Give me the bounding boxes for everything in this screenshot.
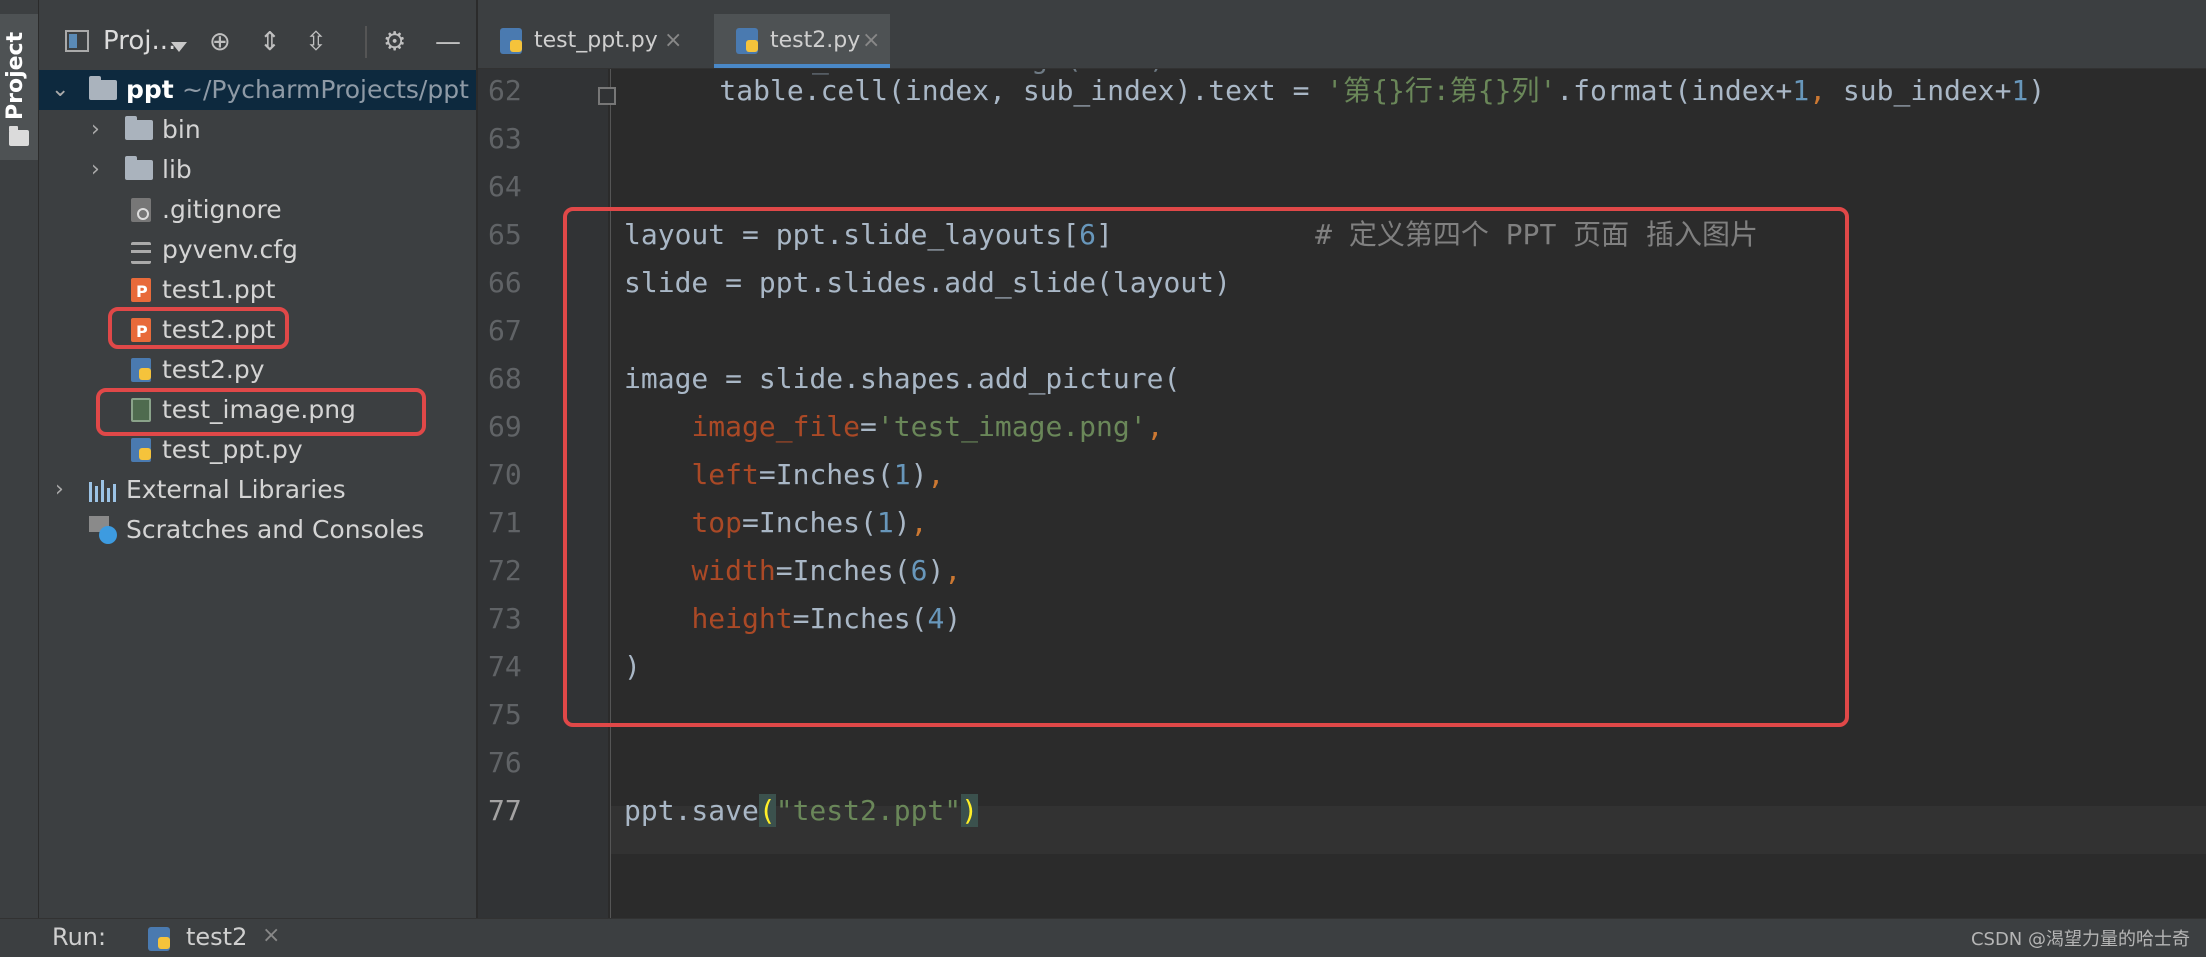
tree-item-external-libraries[interactable]: › External Libraries <box>39 470 476 510</box>
line-number: 76 <box>488 746 522 779</box>
project-path: ~/PycharmProjects/ppt <box>182 75 469 104</box>
ignore-file-icon <box>131 198 151 222</box>
folder-icon <box>125 156 153 180</box>
tree-item-bin[interactable]: › bin <box>39 110 476 150</box>
tree-item-label: bin <box>162 115 201 144</box>
tree-item-test1-ppt[interactable]: test1.ppt <box>39 270 476 312</box>
tree-item-ppt[interactable]: ⌄ ppt ~/PycharmProjects/ppt <box>39 70 476 110</box>
line-number: 64 <box>488 170 522 203</box>
close-icon[interactable]: × <box>664 14 682 68</box>
tree-item-test2-py[interactable]: test2.py <box>39 350 476 390</box>
hide-panel-icon[interactable]: — <box>435 28 461 56</box>
fold-marker-icon[interactable] <box>598 87 616 105</box>
tree-item-label: Scratches and Consoles <box>126 515 425 544</box>
project-panel: Proj... ⊕ ⇕ ⇳ ⚙ — ⌄ ppt ~/PycharmProject… <box>39 0 476 918</box>
line-number: 63 <box>488 122 522 155</box>
project-view-icon <box>65 30 89 52</box>
close-icon[interactable]: × <box>862 14 880 68</box>
tree-item-scratches[interactable]: Scratches and Consoles <box>39 510 476 550</box>
folder-icon <box>9 126 29 146</box>
tree-item-lib[interactable]: › lib <box>39 150 476 190</box>
project-tool-label: Project <box>3 31 28 120</box>
line-number: 73 <box>488 602 522 635</box>
run-config-tab[interactable]: test2 <box>186 923 247 951</box>
annotation-highlight-code-block <box>563 207 1849 727</box>
config-file-icon <box>131 242 151 264</box>
ppt-file-icon <box>131 272 151 312</box>
tree-item-label: test2.py <box>162 355 265 384</box>
line-number: 75 <box>488 698 522 731</box>
annotation-highlight-test-image <box>96 388 426 436</box>
folder-icon <box>125 116 153 140</box>
tab-label: test2.py <box>770 28 861 53</box>
annotation-highlight-test2-ppt <box>108 307 289 349</box>
line-number: 67 <box>488 314 522 347</box>
code-editor[interactable]: for sub_index in range(cols): 62 63 64 6… <box>478 69 2206 918</box>
tree-item-label: test1.ppt <box>162 275 276 304</box>
python-run-icon <box>148 927 170 951</box>
line-number: 66 <box>488 266 522 299</box>
python-file-icon <box>131 438 151 462</box>
python-file-icon <box>131 358 151 382</box>
python-file-icon <box>736 28 758 54</box>
chevron-down-icon[interactable] <box>171 42 187 52</box>
folder-icon <box>89 76 117 100</box>
tree-item-gitignore[interactable]: .gitignore <box>39 190 476 230</box>
line-number: 74 <box>488 650 522 683</box>
line-number: 62 <box>488 74 522 107</box>
python-file-icon <box>500 28 522 54</box>
tree-item-test-ppt-py[interactable]: test_ppt.py <box>39 430 476 470</box>
line-number: 72 <box>488 554 522 587</box>
project-tool-tab[interactable]: Project <box>0 14 38 160</box>
gear-icon[interactable]: ⚙ <box>383 28 406 56</box>
locate-file-icon[interactable]: ⊕ <box>209 28 231 56</box>
expand-all-icon[interactable]: ⇕ <box>259 28 281 56</box>
toolbar-divider <box>365 26 367 58</box>
line-number: 70 <box>488 458 522 491</box>
tree-item-pyvenv[interactable]: pyvenv.cfg <box>39 230 476 270</box>
close-icon[interactable]: × <box>262 923 280 948</box>
tab-label: test_ppt.py <box>534 28 658 53</box>
tree-item-label: test_ppt.py <box>162 435 303 464</box>
tool-window-stripe: Project <box>0 0 39 956</box>
line-number: 65 <box>488 218 522 251</box>
tab-test2-py[interactable]: test2.py × <box>714 14 890 68</box>
project-toolbar: Proj... ⊕ ⇕ ⇳ ⚙ — <box>39 16 476 68</box>
tree-item-label: lib <box>162 155 192 184</box>
chevron-right-icon[interactable]: › <box>55 479 64 501</box>
tree-item-label: pyvenv.cfg <box>162 235 298 264</box>
line-number: 68 <box>488 362 522 395</box>
run-label: Run: <box>52 923 107 951</box>
watermark: CSDN @渴望力量的哈士奇 <box>1970 929 2190 950</box>
line-number: 69 <box>488 410 522 443</box>
chevron-right-icon[interactable]: › <box>91 159 100 181</box>
tree-item-label: External Libraries <box>126 475 346 504</box>
library-icon <box>89 480 117 502</box>
tree-item-label: .gitignore <box>162 195 282 224</box>
project-view-selector[interactable]: Proj... <box>103 26 176 56</box>
editor-tab-bar: test_ppt.py × test2.py × <box>478 0 2206 69</box>
line-number: 71 <box>488 506 522 539</box>
line-number-current: 77 <box>488 794 522 827</box>
collapse-all-icon[interactable]: ⇳ <box>305 28 327 56</box>
code-line: ppt.save("test2.ppt") <box>624 794 979 827</box>
code-line: table.cell(index, sub_index).text = '第{}… <box>652 74 2046 107</box>
tab-test-ppt-py[interactable]: test_ppt.py × <box>478 14 692 68</box>
chevron-down-icon[interactable]: ⌄ <box>51 79 69 101</box>
tree-item-label: ppt <box>126 75 174 104</box>
run-tool-bar: Run: test2 × CSDN @渴望力量的哈士奇 <box>0 918 2206 957</box>
chevron-right-icon[interactable]: › <box>91 119 100 141</box>
scratches-icon <box>89 516 117 544</box>
